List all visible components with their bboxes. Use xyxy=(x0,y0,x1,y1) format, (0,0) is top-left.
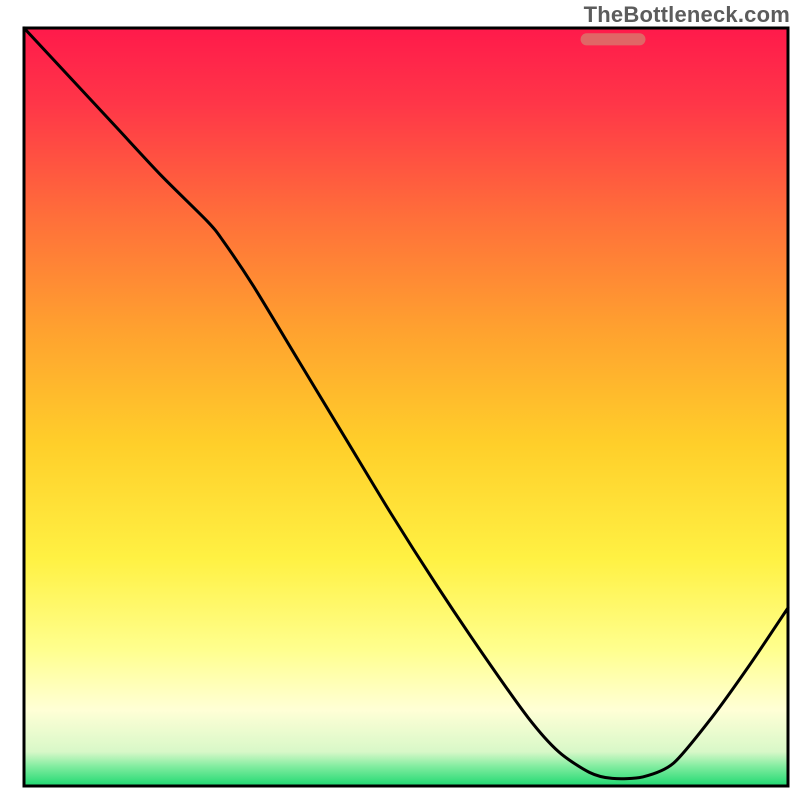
bottleneck-chart xyxy=(0,0,800,800)
watermark-text: TheBottleneck.com xyxy=(584,2,790,28)
plot-area xyxy=(24,28,788,786)
gradient-background xyxy=(24,28,788,786)
chart-frame: TheBottleneck.com xyxy=(0,0,800,800)
optimal-range-marker xyxy=(581,33,646,45)
